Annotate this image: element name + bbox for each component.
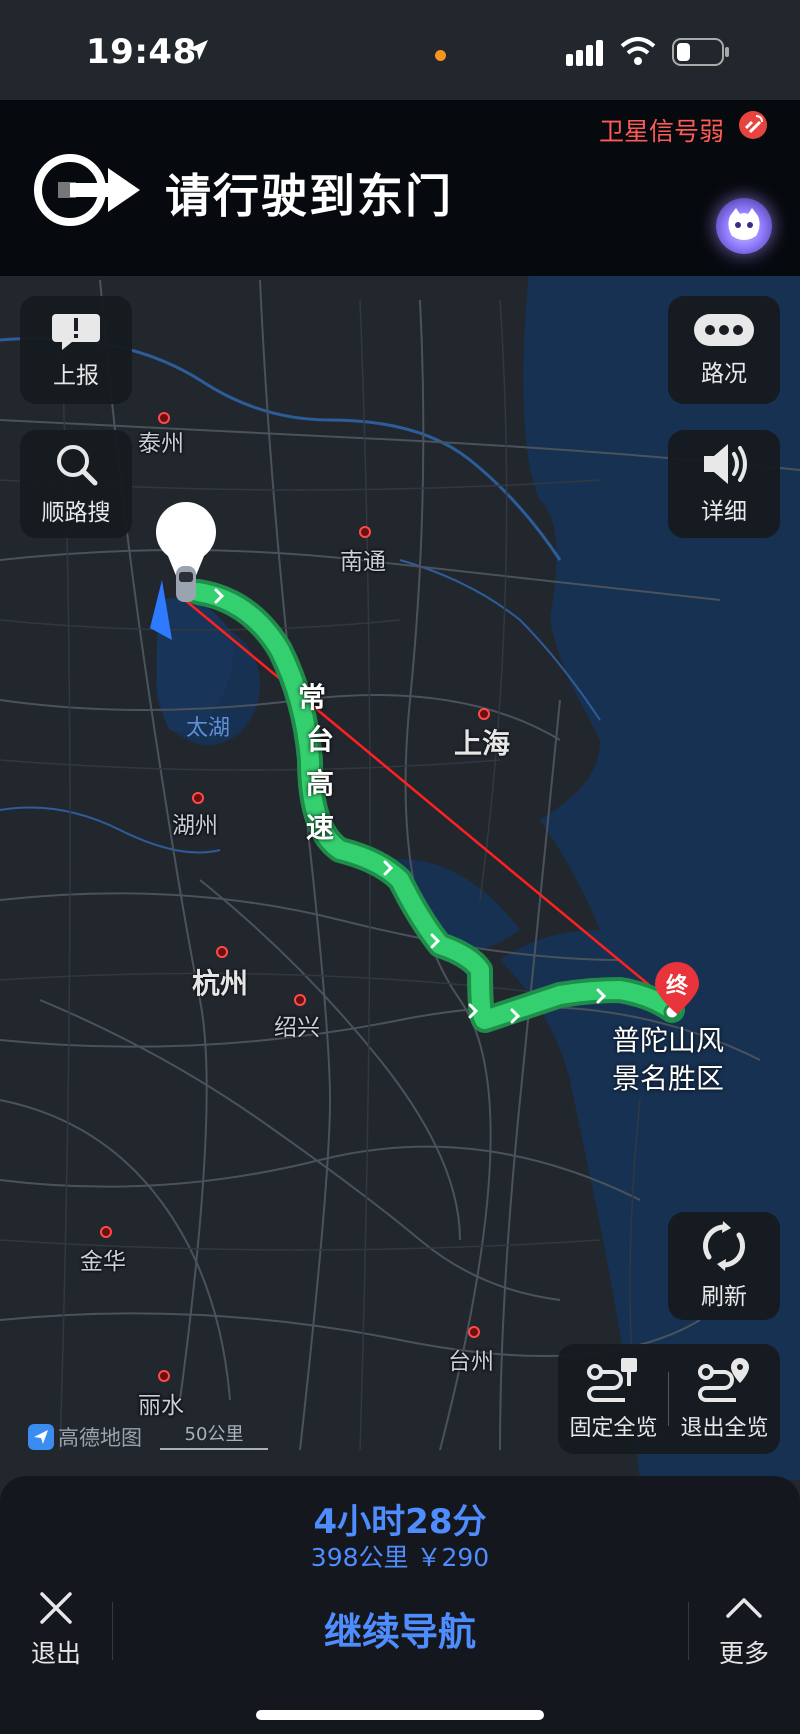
city-dot [216,946,228,958]
refresh-icon [703,1221,745,1271]
eta-text: 4小时28分 [313,1502,487,1542]
search-icon [57,445,98,486]
map-brand: 高德地图 [28,1422,142,1452]
continue-navigation-button[interactable]: 继续导航 [240,1604,560,1660]
more-button[interactable]: 更多 [706,1590,782,1686]
exit-overview-label: 退出全览 [680,1416,769,1441]
city-label-hangzhou: 杭州 [192,967,249,1000]
satellite-weak-icon [739,111,767,139]
city-dot [294,994,306,1006]
report-button[interactable]: 上报 [20,296,132,404]
destination-label: 普陀山风 景名胜区 [612,1022,724,1098]
city-dot [468,1326,480,1338]
destination-label-line2: 景名胜区 [612,1062,725,1095]
city-label-lishui: 丽水 [138,1393,184,1419]
city-dot [478,708,490,720]
city-dot [158,412,170,424]
city-label-taizhou-js: 泰州 [138,431,184,457]
route-pin-icon [586,1358,637,1402]
privacy-indicator-dot [435,50,446,61]
fix-overview-label: 固定全览 [569,1416,658,1441]
search-along-route-button[interactable]: 顺路搜 [20,430,132,538]
map-scale: 50公里 [160,1420,268,1450]
destination-label-line1: 普陀山风 [612,1024,725,1057]
city-dot [359,526,371,538]
traffic-icon [694,314,754,346]
refresh-label: 刷新 [701,1284,747,1310]
exit-overview-button[interactable]: 退出全览 [669,1344,780,1454]
status-bar: 19:48 [0,0,800,100]
turn-right-arrow-icon [34,154,140,226]
city-dot [100,1226,112,1238]
city-label-shanghai: 上海 [454,727,511,760]
city-label-jinhua: 金华 [80,1249,126,1275]
destination-pin[interactable]: 终 [653,960,701,1020]
voice-detail-label: 详细 [701,499,747,525]
instruction-text: 请行驶到东门 [165,169,453,223]
city-label-taizhou-zj: 台州 [448,1349,494,1375]
home-indicator[interactable] [256,1710,544,1720]
exit-button[interactable]: 退出 [18,1590,94,1686]
city-dot [192,792,204,804]
trip-info: 398公里 ￥290 [310,1543,490,1572]
road-name-char: 速 [306,811,335,844]
city-dot [158,1370,170,1382]
route-location-icon [697,1358,749,1402]
report-icon [52,314,100,350]
refresh-button[interactable]: 刷新 [668,1212,780,1320]
road-name-char: 常 [298,681,327,714]
location-arrow-icon [188,40,208,60]
map-brand-name: 高德地图 [58,1426,142,1450]
lake-label-taihu: 太湖 [186,716,231,741]
signal-icon [566,40,603,66]
speaker-icon [704,444,747,484]
bottom-divider [112,1602,113,1660]
city-label-nantong: 南通 [340,549,386,575]
city-label-huzhou: 湖州 [172,813,218,839]
battery-icon [672,38,729,66]
road-name-char: 台 [306,723,335,756]
traffic-label: 路况 [701,361,747,387]
destination-pin-label: 终 [665,974,688,999]
bottom-divider [688,1602,689,1660]
voice-detail-button[interactable]: 详细 [668,430,780,538]
satellite-status: 卫星信号弱 [598,117,724,146]
city-label-shaoxing: 绍兴 [274,1015,320,1041]
wifi-icon [620,37,656,65]
amap-logo-icon [28,1424,54,1450]
search-along-label: 顺路搜 [41,500,111,526]
chevron-up-icon [726,1598,762,1618]
more-label: 更多 [718,1639,769,1668]
overview-controls: 固定全览 退出全览 [558,1344,780,1454]
status-time: 19:48 [86,32,197,72]
road-name-char: 高 [306,767,335,800]
voice-assistant-icon[interactable] [716,198,772,254]
report-label: 上报 [53,363,99,389]
fix-overview-button[interactable]: 固定全览 [558,1344,669,1454]
exit-label: 退出 [30,1639,81,1668]
close-icon [40,1592,72,1624]
traffic-button[interactable]: 路况 [668,296,780,404]
